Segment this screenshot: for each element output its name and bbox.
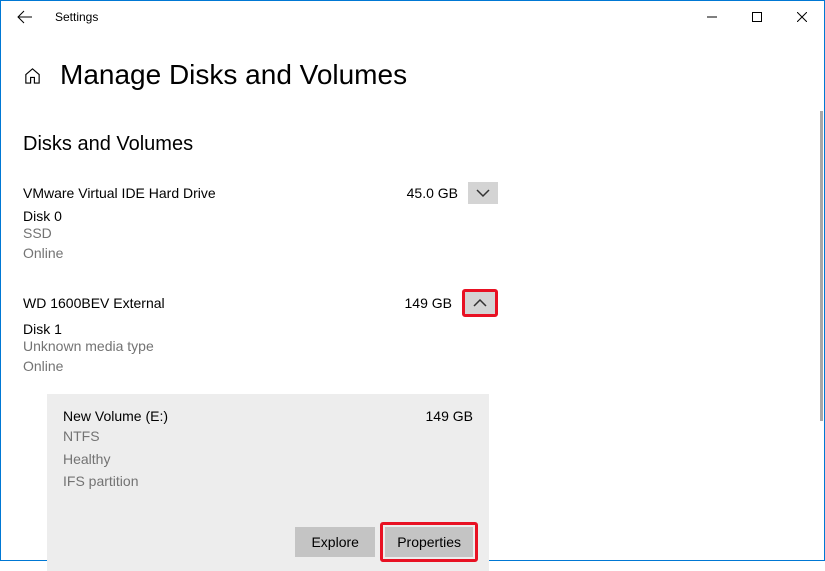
disk-status: Online: [23, 244, 498, 264]
disk-header-row: VMware Virtual IDE Hard Drive 45.0 GB: [23, 182, 498, 204]
disk-size: 45.0 GB: [407, 185, 458, 201]
disk-name: WD 1600BEV External: [23, 295, 405, 311]
disk-media: Unknown media type: [23, 337, 498, 357]
titlebar: Settings: [1, 1, 824, 33]
maximize-icon: [752, 12, 762, 22]
disk-entry: WD 1600BEV External 149 GB Disk 1 Unknow…: [23, 289, 498, 571]
window-title: Settings: [55, 10, 98, 24]
volume-panel: New Volume (E:) 149 GB NTFS Healthy IFS …: [47, 394, 489, 571]
disk-id: Disk 0: [23, 208, 498, 224]
volume-partition: IFS partition: [63, 471, 473, 491]
chevron-up-icon: [473, 299, 487, 308]
content-area: Manage Disks and Volumes Disks and Volum…: [1, 33, 824, 571]
home-icon[interactable]: [23, 66, 42, 85]
disk-id: Disk 1: [23, 321, 498, 337]
expand-toggle[interactable]: [468, 182, 498, 204]
back-arrow-icon: [17, 9, 33, 25]
maximize-button[interactable]: [734, 1, 779, 33]
minimize-icon: [707, 12, 717, 22]
chevron-down-icon: [476, 189, 490, 198]
page-title: Manage Disks and Volumes: [60, 59, 407, 91]
volume-filesystem: NTFS: [63, 426, 473, 446]
back-button[interactable]: [9, 1, 41, 33]
volume-size: 149 GB: [426, 408, 473, 424]
highlighted-toggle: [462, 289, 498, 317]
collapse-toggle[interactable]: [465, 292, 495, 314]
page-header: Manage Disks and Volumes: [23, 59, 802, 91]
section-title: Disks and Volumes: [23, 133, 802, 156]
close-icon: [797, 12, 807, 22]
volume-name: New Volume (E:): [63, 408, 426, 424]
explore-button[interactable]: Explore: [295, 527, 375, 557]
minimize-button[interactable]: [689, 1, 734, 33]
volume-health: Healthy: [63, 449, 473, 469]
volume-header-row: New Volume (E:) 149 GB: [63, 408, 473, 424]
disk-header-row: WD 1600BEV External 149 GB: [23, 289, 498, 317]
disk-name: VMware Virtual IDE Hard Drive: [23, 185, 407, 201]
disk-entry: VMware Virtual IDE Hard Drive 45.0 GB Di…: [23, 182, 498, 263]
properties-button[interactable]: Properties: [385, 527, 473, 557]
volume-actions: Explore Properties: [63, 527, 473, 557]
close-button[interactable]: [779, 1, 824, 33]
disk-status: Online: [23, 357, 498, 377]
highlighted-properties: Properties: [380, 522, 478, 562]
disk-size: 149 GB: [405, 295, 452, 311]
window-controls: [689, 1, 824, 33]
disk-media: SSD: [23, 224, 498, 244]
scrollbar[interactable]: [820, 111, 823, 421]
